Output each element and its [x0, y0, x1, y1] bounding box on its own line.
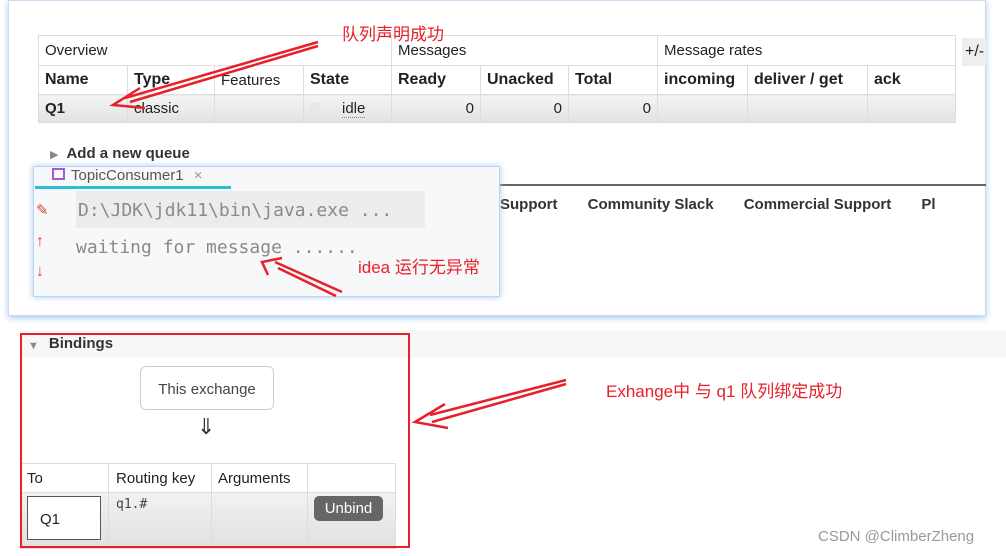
- annotation-binding-ok: Exhange中 与 q1 队列绑定成功: [606, 382, 843, 401]
- annotation-arrows: [109, 40, 567, 430]
- arrow-to-queue: [109, 40, 319, 110]
- arrow-to-bindings: [411, 378, 567, 430]
- annotation-idea-ok: idea 运行无异常: [358, 258, 480, 277]
- watermark: CSDN @ClimberZheng: [818, 528, 975, 545]
- arrow-to-console: [260, 256, 343, 298]
- annotation-queue-declared: 队列声明成功: [342, 25, 444, 44]
